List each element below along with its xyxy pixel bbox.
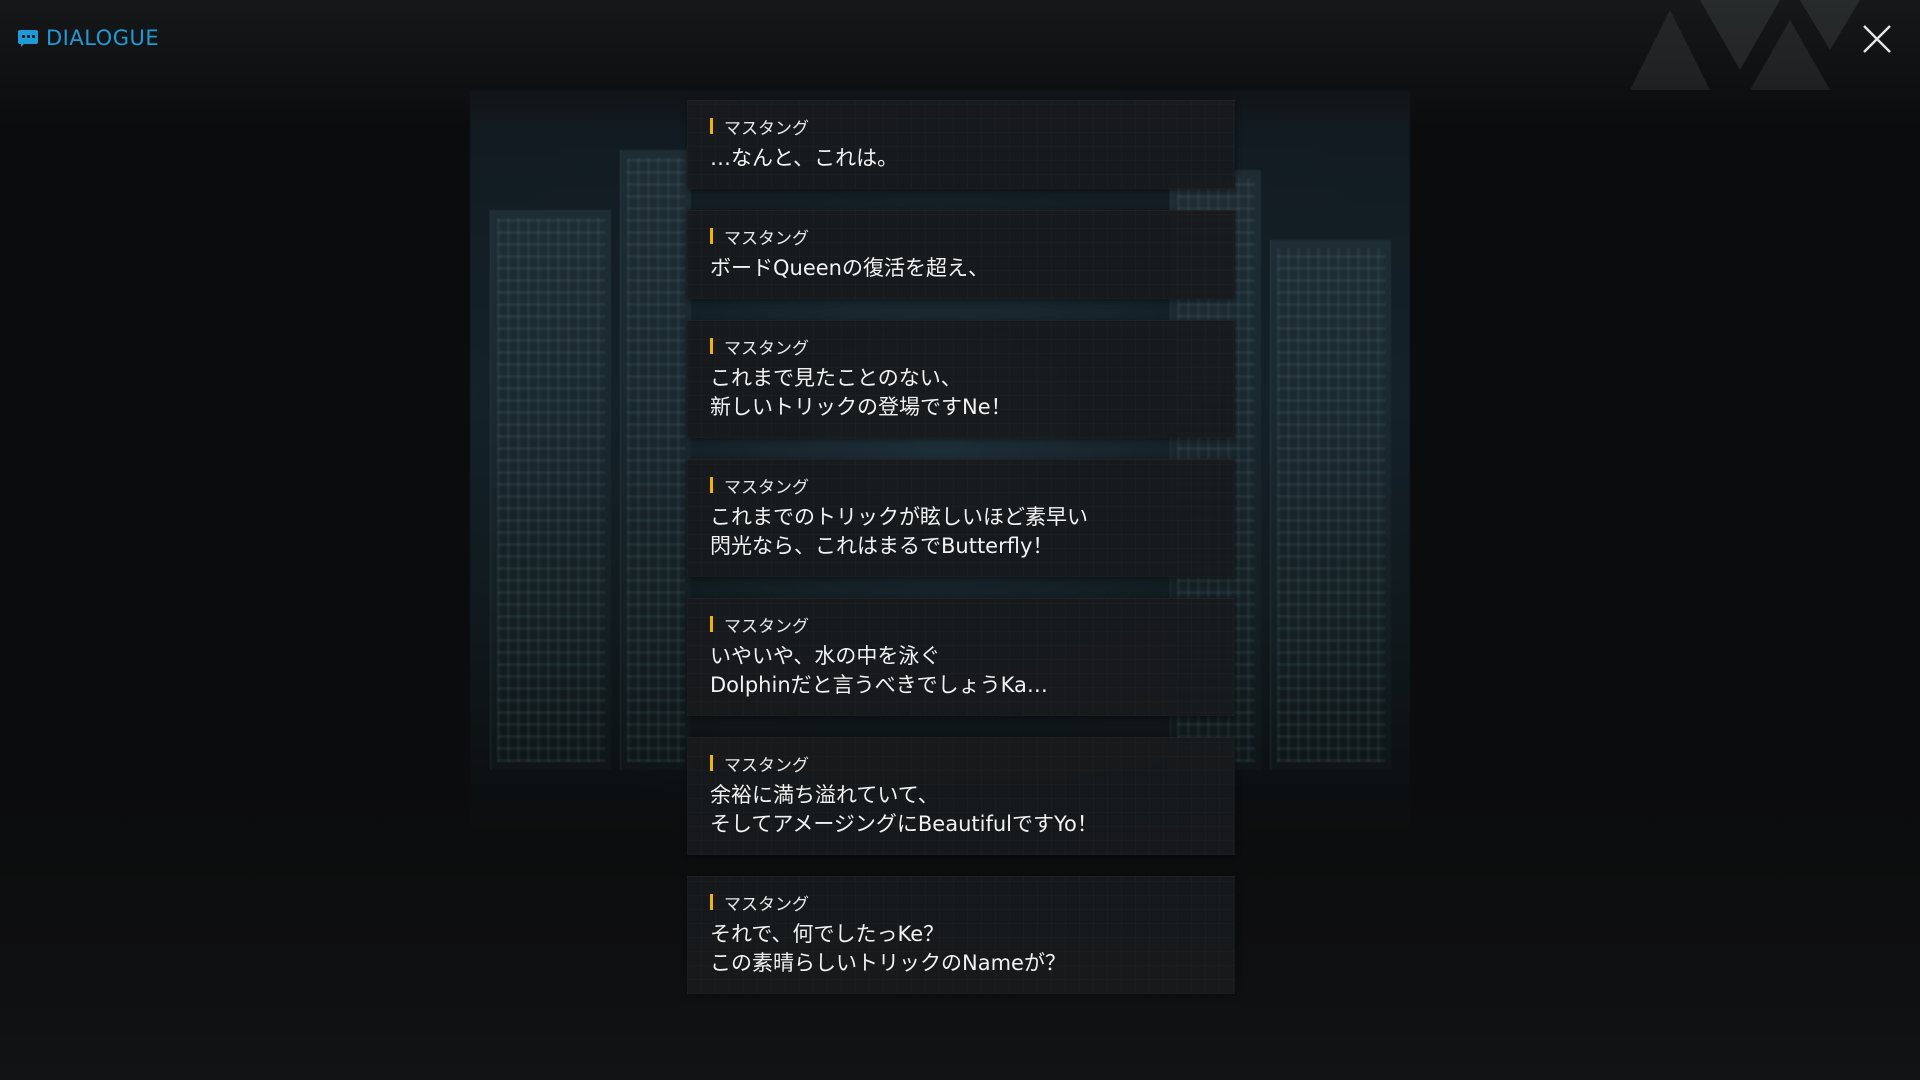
decorative-triangles — [1630, 0, 1860, 90]
background-building — [1270, 240, 1391, 770]
speaker-row: マスタング — [710, 335, 1213, 359]
dialogue-line: Dolphinだと言うべきでしょうKa… — [710, 673, 1048, 697]
speaker-marker — [710, 894, 713, 910]
speaker-row: マスタング — [710, 115, 1213, 139]
close-icon — [1863, 25, 1891, 53]
dialogue-line: ボードQueenの復活を超え、 — [710, 256, 989, 280]
dialogue-line: 余裕に満ち溢れていて、 — [710, 783, 939, 807]
dialogue-log-screen: DIALOGUE マスタング …なんと、これは。 マスタング ボードQueenの… — [0, 0, 1920, 1080]
dialogue-entry: マスタング それで、何でしたっKe？ この素晴らしいトリックのNameが？ — [687, 876, 1235, 994]
page-title: DIALOGUE — [46, 26, 160, 50]
dialogue-text: ボードQueenの復活を超え、 — [710, 254, 1213, 283]
speaker-marker — [710, 228, 713, 244]
close-button[interactable] — [1860, 22, 1894, 56]
dialogue-line: 新しいトリックの登場ですNe！ — [710, 395, 1012, 419]
speaker-row: マスタング — [710, 613, 1213, 637]
dialogue-line: …なんと、これは。 — [710, 146, 899, 170]
speaker-name: マスタング — [724, 616, 809, 637]
dialogue-text: …なんと、これは。 — [710, 144, 1213, 173]
speaker-name: マスタング — [724, 894, 809, 915]
dialogue-line: いやいや、水の中を泳ぐ — [710, 644, 941, 668]
dialogue-line: そしてアメージングにBeautifulですYo！ — [710, 812, 1098, 836]
dialogue-text: これまで見たことのない、 新しいトリックの登場ですNe！ — [710, 364, 1213, 422]
speaker-row: マスタング — [710, 752, 1213, 776]
dialogue-entry: マスタング これまでのトリックが眩しいほど素早い 閃光なら、これはまるでButt… — [687, 459, 1235, 577]
chat-bubble-icon — [18, 30, 38, 47]
dialogue-log-list[interactable]: マスタング …なんと、これは。 マスタング ボードQueenの復活を超え、 マス… — [687, 100, 1235, 1015]
speaker-name: マスタング — [724, 338, 809, 359]
dialogue-text: それで、何でしたっKe？ この素晴らしいトリックのNameが？ — [710, 920, 1213, 978]
dialogue-line: 閃光なら、これはまるでButterfly！ — [710, 534, 1054, 558]
speaker-name: マスタング — [724, 755, 809, 776]
dialogue-line: これまでのトリックが眩しいほど素早い — [710, 505, 1088, 529]
dialogue-line: これまで見たことのない、 — [710, 366, 962, 390]
dialogue-text: これまでのトリックが眩しいほど素早い 閃光なら、これはまるでButterfly！ — [710, 503, 1213, 561]
dialogue-header: DIALOGUE — [18, 26, 159, 50]
background-building — [620, 150, 691, 770]
speaker-row: マスタング — [710, 474, 1213, 498]
background-building — [490, 210, 611, 770]
speaker-marker — [710, 338, 713, 354]
dialogue-entry: マスタング これまで見たことのない、 新しいトリックの登場ですNe！ — [687, 320, 1235, 438]
speaker-row: マスタング — [710, 225, 1213, 249]
speaker-row: マスタング — [710, 891, 1213, 915]
dialogue-entry: マスタング 余裕に満ち溢れていて、 そしてアメージングにBeautifulですY… — [687, 737, 1235, 855]
dialogue-text: 余裕に満ち溢れていて、 そしてアメージングにBeautifulですYo！ — [710, 781, 1213, 839]
dialogue-line: それで、何でしたっKe？ — [710, 922, 945, 946]
dialogue-entry: マスタング …なんと、これは。 — [687, 100, 1235, 189]
speaker-marker — [710, 755, 713, 771]
speaker-name: マスタング — [724, 118, 809, 139]
speaker-marker — [710, 118, 713, 134]
speaker-marker — [710, 616, 713, 632]
dialogue-entry: マスタング ボードQueenの復活を超え、 — [687, 210, 1235, 299]
dialogue-entry: マスタング いやいや、水の中を泳ぐ Dolphinだと言うべきでしょうKa… — [687, 598, 1235, 716]
dialogue-text: いやいや、水の中を泳ぐ Dolphinだと言うべきでしょうKa… — [710, 642, 1213, 700]
dialogue-line: この素晴らしいトリックのNameが？ — [710, 951, 1066, 975]
speaker-name: マスタング — [724, 477, 809, 498]
speaker-name: マスタング — [724, 228, 809, 249]
speaker-marker — [710, 477, 713, 493]
